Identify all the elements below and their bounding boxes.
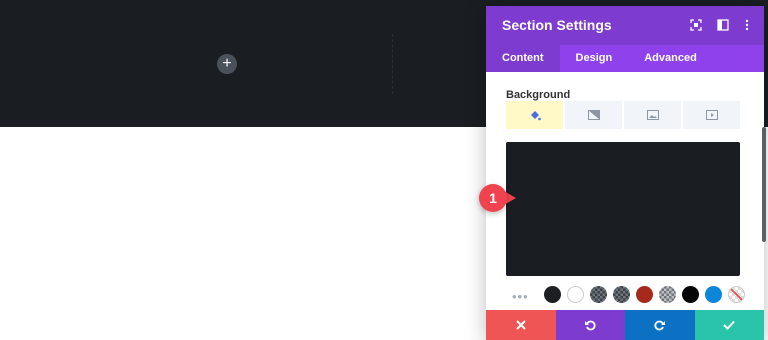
redo-icon bbox=[654, 320, 665, 331]
swatch-white[interactable] bbox=[567, 286, 584, 303]
column-divider bbox=[392, 34, 393, 94]
swatch-solid-black[interactable] bbox=[682, 286, 699, 303]
expand-icon[interactable] bbox=[690, 19, 702, 31]
modal-scrollbar[interactable] bbox=[762, 127, 766, 242]
paint-bucket-icon bbox=[530, 111, 541, 121]
swatch-red[interactable] bbox=[636, 286, 653, 303]
step-callout: 1 bbox=[479, 184, 507, 212]
swatch-dark-gray-pattern[interactable] bbox=[590, 286, 607, 303]
discard-button[interactable] bbox=[486, 310, 556, 340]
bg-tab-image[interactable] bbox=[624, 101, 681, 129]
swatch-gray-pattern[interactable] bbox=[613, 286, 630, 303]
tab-content[interactable]: Content bbox=[486, 45, 560, 72]
color-swatches: ••• bbox=[506, 286, 745, 306]
tab-advanced[interactable]: Advanced bbox=[628, 45, 713, 72]
redo-button[interactable] bbox=[625, 310, 695, 340]
background-type-tabs bbox=[506, 101, 740, 129]
swatch-none[interactable] bbox=[728, 286, 745, 303]
add-module-button[interactable]: + bbox=[217, 54, 237, 74]
undo-icon bbox=[585, 320, 596, 331]
image-icon bbox=[646, 110, 659, 120]
video-icon bbox=[705, 110, 718, 120]
more-options-icon[interactable] bbox=[741, 19, 753, 31]
background-label: Background bbox=[506, 89, 571, 101]
bg-tab-video[interactable] bbox=[683, 101, 740, 129]
split-view-icon[interactable] bbox=[717, 19, 729, 31]
swatch-blue[interactable] bbox=[705, 286, 722, 303]
modal-header: Section Settings bbox=[486, 6, 764, 45]
modal-title: Section Settings bbox=[502, 17, 612, 33]
save-button[interactable] bbox=[694, 310, 764, 340]
more-colors-button[interactable]: ••• bbox=[512, 289, 529, 304]
undo-button[interactable] bbox=[555, 310, 625, 340]
swatch-black[interactable] bbox=[544, 286, 561, 303]
modal-footer bbox=[486, 310, 764, 340]
background-color-preview[interactable] bbox=[506, 142, 740, 276]
check-icon bbox=[723, 320, 735, 330]
bg-tab-color[interactable] bbox=[506, 101, 563, 129]
modal-body: Background ••• bbox=[486, 72, 756, 310]
swatch-checkered[interactable] bbox=[659, 286, 676, 303]
section-settings-modal: Section Settings Content Design Advanced… bbox=[486, 6, 764, 340]
modal-tabs: Content Design Advanced bbox=[486, 45, 764, 72]
close-icon bbox=[516, 320, 526, 330]
gradient-icon bbox=[587, 110, 600, 120]
tab-design[interactable]: Design bbox=[560, 45, 629, 72]
bg-tab-gradient[interactable] bbox=[565, 101, 622, 129]
